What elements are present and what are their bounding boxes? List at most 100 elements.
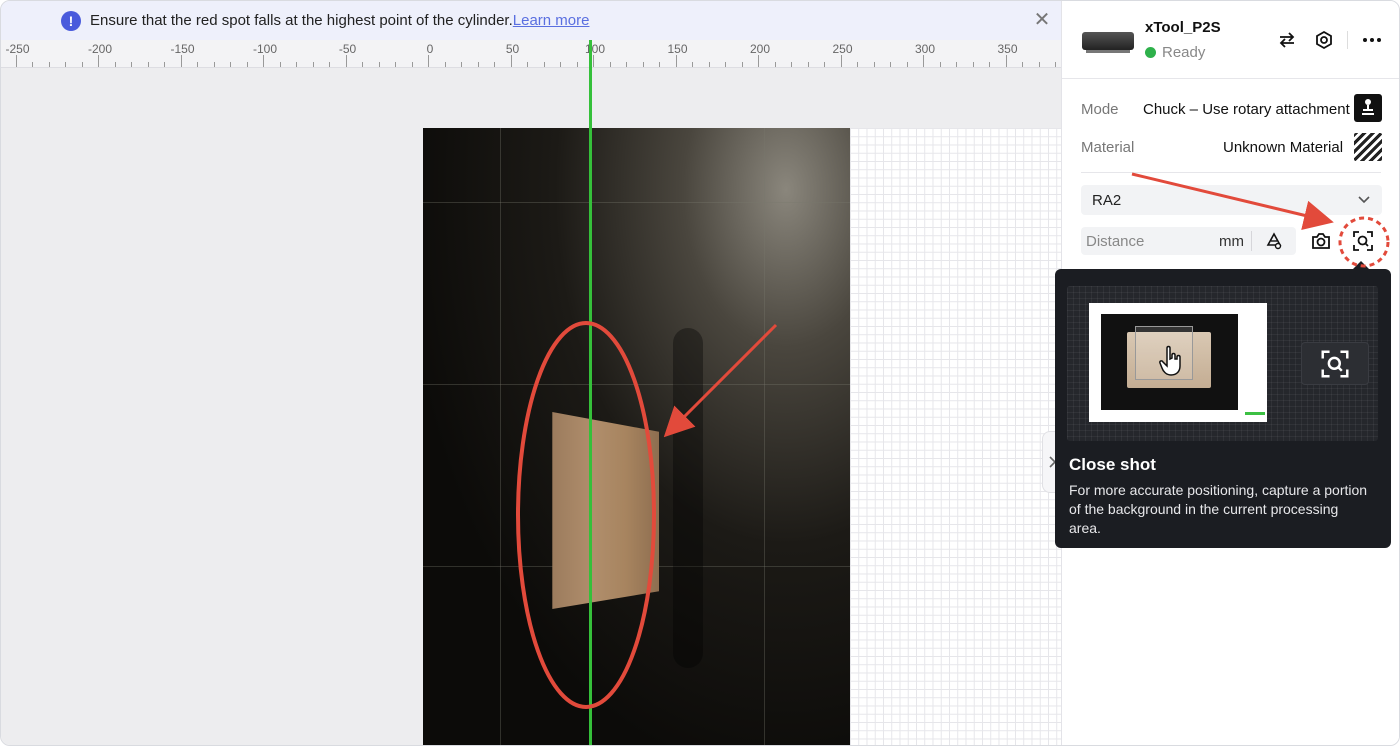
- ruler-tick: [477, 62, 479, 67]
- notice-message: Ensure that the red spot falls at the hi…: [90, 12, 589, 29]
- ruler-tick: [395, 62, 396, 67]
- learn-more-link[interactable]: Learn more: [513, 12, 590, 29]
- attachment-select-value: RA2: [1092, 192, 1122, 209]
- ruler-tick: [576, 62, 578, 67]
- distance-field[interactable]: mm: [1081, 227, 1296, 255]
- ruler-tick: [758, 55, 759, 67]
- ruler-tick: [1038, 62, 1040, 67]
- field-separator: [1251, 231, 1252, 251]
- ruler-tick: [791, 62, 792, 67]
- ruler-tick: [725, 62, 726, 67]
- material-hatch-icon[interactable]: [1354, 133, 1382, 161]
- divider: [1081, 172, 1381, 173]
- ruler-tick: [296, 62, 297, 67]
- alignment-guide-line[interactable]: [589, 40, 592, 745]
- ruler-label: -50: [338, 42, 357, 56]
- ruler-tick: [692, 62, 693, 67]
- target-icon[interactable]: [1311, 27, 1337, 53]
- auto-measure-icon[interactable]: [1261, 228, 1287, 254]
- notice-text: Ensure that the red spot falls at the hi…: [90, 12, 513, 29]
- distance-unit: mm: [1219, 233, 1244, 250]
- ruler-tick: [329, 62, 330, 67]
- ruler-tick: [626, 62, 627, 67]
- ruler-tick: [164, 62, 165, 67]
- ruler-tick: [15, 55, 17, 67]
- pointer-hand-icon: [1159, 345, 1181, 376]
- preview-card: [1089, 303, 1267, 422]
- preview-progress-bar: [1245, 412, 1265, 415]
- ruler-tick: [81, 62, 83, 67]
- ruler-tick: [840, 55, 842, 67]
- ruler-tick: [1005, 55, 1007, 67]
- cylinder-shadow: [673, 328, 703, 668]
- ruler-label: -250: [5, 42, 30, 56]
- ruler-tick: [65, 62, 66, 67]
- mode-value[interactable]: Chuck – Use rotary attachment: [1143, 101, 1350, 118]
- ruler-tick: [428, 55, 429, 67]
- camera-icon[interactable]: [1308, 228, 1334, 254]
- status-text: Ready: [1162, 44, 1206, 61]
- swap-arrows-icon[interactable]: [1274, 27, 1300, 53]
- device-name: xTool_P2S: [1145, 19, 1221, 36]
- close-icon[interactable]: ✕: [1032, 9, 1052, 31]
- ruler-tick: [741, 62, 743, 67]
- close-shot-icon: [1301, 342, 1369, 385]
- ruler-tick: [48, 62, 50, 67]
- ruler-label: -200: [87, 42, 113, 56]
- ruler-tick: [180, 55, 182, 67]
- canvas-grid: [850, 128, 1061, 745]
- ruler-label: 0: [426, 42, 434, 56]
- ruler-label: 350: [997, 42, 1018, 56]
- tooltip-body: For more accurate positioning, capture a…: [1069, 482, 1368, 536]
- ruler-tick: [807, 62, 809, 67]
- ruler-tick: [312, 62, 314, 67]
- ruler-label: 200: [749, 42, 771, 56]
- device-status: Ready: [1145, 44, 1205, 61]
- ruler-tick: [675, 55, 677, 67]
- ruler-tick: [494, 62, 495, 67]
- ruler-tick: [873, 62, 875, 67]
- ruler-tick: [906, 62, 908, 67]
- more-icon[interactable]: [1359, 27, 1385, 53]
- mode-label: Mode: [1081, 101, 1119, 118]
- ruler-tick: [345, 55, 347, 67]
- material-value[interactable]: Unknown Material: [1223, 139, 1343, 156]
- rotary-mode-icon[interactable]: [1354, 94, 1382, 122]
- ruler-tick: [642, 62, 644, 67]
- ruler-tick: [230, 62, 231, 67]
- ruler-tick: [708, 62, 710, 67]
- ruler-tick: [1055, 62, 1056, 67]
- ruler-tick: [609, 62, 611, 67]
- ruler-label: 50: [505, 42, 520, 56]
- close-shot-tooltip: Close shot For more accurate positioning…: [1055, 261, 1391, 548]
- tooltip-title: Close shot: [1069, 455, 1156, 474]
- close-shot-icon[interactable]: [1350, 228, 1376, 254]
- ruler-tick: [147, 62, 149, 67]
- ruler-tick: [527, 62, 528, 67]
- ruler-tick: [213, 62, 215, 67]
- attachment-select[interactable]: RA2: [1081, 185, 1382, 215]
- toolbar-separator: [1347, 31, 1348, 49]
- workpiece: [552, 412, 659, 609]
- ruler-label: 100: [584, 42, 606, 56]
- ruler-label: 150: [667, 42, 688, 56]
- device-row: xTool_P2S Ready: [1062, 1, 1399, 79]
- ruler-tick: [461, 62, 462, 67]
- camera-preview[interactable]: [423, 128, 850, 745]
- ruler-tick: [279, 62, 281, 67]
- status-dot: [1145, 47, 1156, 58]
- ruler-tick: [774, 62, 776, 67]
- distance-input[interactable]: [1081, 227, 1211, 255]
- ruler-tick: [32, 62, 33, 67]
- ruler-tick: [510, 55, 512, 67]
- ruler-tick: [923, 55, 924, 67]
- ruler-tick: [197, 62, 198, 67]
- ruler-tick: [246, 62, 248, 67]
- ruler-tick: [362, 62, 363, 67]
- ruler-tick: [131, 62, 132, 67]
- ruler-tick: [378, 62, 380, 67]
- device-image: [1082, 32, 1134, 53]
- ruler-tick: [939, 62, 941, 67]
- canvas-area[interactable]: ! Ensure that the red spot falls at the …: [1, 1, 1061, 745]
- ruler-tick: [956, 62, 957, 67]
